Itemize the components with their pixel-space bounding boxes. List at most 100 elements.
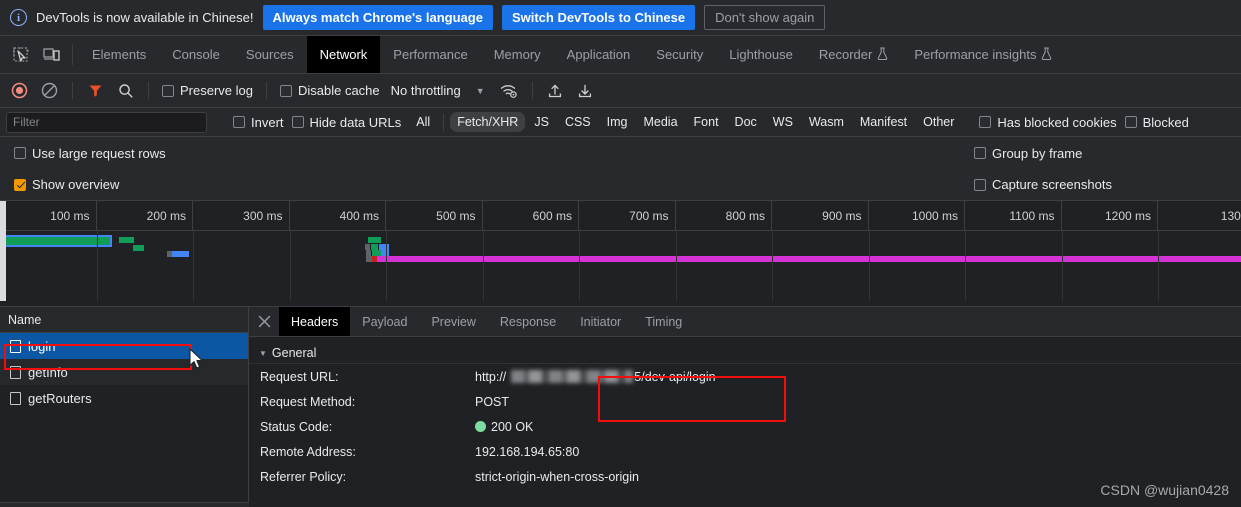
details-tab-payload[interactable]: Payload	[350, 307, 419, 336]
request-row-getInfo[interactable]: getInfo	[0, 359, 248, 385]
timeline-tick: 600 ms	[483, 201, 579, 231]
request-list: Name login getInfo getRouters	[0, 307, 249, 507]
close-icon[interactable]	[249, 307, 279, 336]
network-toolbar: Preserve log Disable cache No throttling…	[0, 74, 1241, 108]
tab-label: Lighthouse	[729, 47, 793, 62]
filter-type-manifest[interactable]: Manifest	[853, 112, 914, 132]
overview-selection-handle-left[interactable]	[0, 201, 6, 301]
filter-type-other[interactable]: Other	[916, 112, 961, 132]
filter-type-css[interactable]: CSS	[558, 112, 598, 132]
detail-key: Request Method:	[260, 394, 356, 409]
device-toolbar-icon[interactable]	[36, 36, 66, 73]
tab-memory[interactable]: Memory	[481, 36, 554, 73]
overview-gridline	[868, 231, 870, 301]
general-section-header[interactable]: ▼ General	[249, 343, 1241, 364]
devtools-window: i DevTools is now available in Chinese! …	[0, 0, 1241, 507]
toolbar-divider-1	[72, 82, 73, 99]
disable-cache-checkbox[interactable]: Disable cache	[276, 83, 384, 98]
flask-icon	[877, 47, 888, 63]
search-icon[interactable]	[112, 78, 139, 104]
tab-network[interactable]: Network	[306, 36, 381, 73]
overview-bar	[377, 256, 1241, 262]
overview-gridline	[772, 231, 773, 301]
watermark: CSDN @wujian0428	[1100, 482, 1229, 498]
details-tab-response[interactable]: Response	[488, 307, 568, 336]
use-large-rows-checkbox[interactable]: Use large request rows	[10, 146, 170, 161]
request-name: getRouters	[28, 390, 92, 406]
filter-type-ws[interactable]: WS	[766, 112, 800, 132]
overview-waterfall[interactable]	[0, 231, 1241, 301]
preserve-log-box	[162, 84, 174, 97]
toolbar-divider-3	[265, 82, 267, 99]
request-details-panel: Headers Payload Preview Response Initiator Ti…	[249, 307, 1241, 507]
tab-performance-insights[interactable]: Performance insights	[901, 36, 1065, 73]
tab-application[interactable]: Application	[554, 36, 644, 73]
capture-screenshots-checkbox[interactable]: Capture screenshots	[970, 177, 1116, 192]
inspect-element-icon[interactable]	[6, 36, 36, 73]
filter-type-doc[interactable]: Doc	[728, 112, 764, 132]
timeline-tick: 1100 ms	[965, 201, 1062, 231]
filter-type-img[interactable]: Img	[600, 112, 635, 132]
overview-bar	[172, 251, 189, 257]
hide-data-urls-box	[291, 116, 304, 128]
status-bar-stub	[0, 502, 249, 507]
disable-cache-box	[279, 84, 292, 97]
upload-icon[interactable]	[542, 78, 569, 104]
overview-gridline	[193, 231, 194, 301]
triangle-down-icon: ▼	[259, 348, 267, 358]
group-by-frame-checkbox[interactable]: Group by frame	[970, 146, 1086, 161]
throttling-select[interactable]: No throttling	[387, 83, 465, 98]
overview-gridline	[579, 231, 580, 301]
switch-to-chinese-button[interactable]: Switch DevTools to Chinese	[501, 5, 696, 30]
filter-input[interactable]	[6, 111, 207, 133]
details-tab-timing[interactable]: Timing	[633, 307, 694, 336]
tab-lighthouse[interactable]: Lighthouse	[716, 36, 806, 73]
timeline-tick: 300 ms	[193, 201, 290, 231]
settings-row-2: Show overview Capture screenshots	[0, 169, 1241, 201]
timeline-tick: 400 ms	[290, 201, 386, 231]
filter-toggle-icon[interactable]	[82, 78, 109, 104]
details-tab-headers[interactable]: Headers	[279, 307, 351, 336]
preserve-log-checkbox[interactable]: Preserve log	[158, 83, 257, 98]
tab-recorder[interactable]: Recorder	[806, 36, 901, 73]
tab-console[interactable]: Console	[159, 36, 233, 73]
network-overview[interactable]: 100 ms 200 ms 300 ms 400 ms 500 ms 600 ms 700 …	[0, 201, 1241, 301]
invert-checkbox[interactable]: Invert	[229, 115, 288, 130]
network-conditions-icon[interactable]	[496, 78, 523, 104]
filter-type-fetch-xhr[interactable]: Fetch/XHR	[450, 112, 526, 132]
filter-type-media[interactable]: Media	[636, 112, 684, 132]
network-content: Name login getInfo getRouters Headers Paylo…	[0, 306, 1241, 507]
status-text: 200 OK	[491, 419, 534, 434]
hide-data-urls-checkbox[interactable]: Hide data URLs	[288, 115, 406, 130]
use-large-rows-box	[14, 147, 26, 159]
filter-type-all[interactable]: All	[409, 112, 437, 132]
detail-value: POST	[475, 394, 510, 409]
clear-button[interactable]	[36, 78, 63, 104]
request-row-login[interactable]: login	[0, 333, 248, 359]
document-icon	[10, 339, 21, 353]
record-button[interactable]	[6, 78, 33, 104]
detail-value: 192.168.194.65:80	[475, 444, 580, 459]
chevron-down-icon[interactable]: ▼	[468, 86, 493, 96]
hide-data-urls-label: Hide data URLs	[309, 114, 402, 130]
tab-elements[interactable]: Elements	[79, 36, 159, 73]
details-tab-preview[interactable]: Preview	[419, 307, 487, 336]
dont-show-again-button[interactable]: Don't show again	[704, 5, 826, 30]
tab-sources[interactable]: Sources	[233, 36, 307, 73]
always-match-language-button[interactable]: Always match Chrome's language	[262, 5, 493, 30]
filter-type-js[interactable]: JS	[527, 112, 556, 132]
filter-type-wasm[interactable]: Wasm	[802, 112, 851, 132]
timeline-tick: 1000 ms	[869, 201, 965, 231]
show-overview-checkbox[interactable]: Show overview	[10, 177, 123, 192]
has-blocked-cookies-checkbox[interactable]: Has blocked cookies	[975, 115, 1120, 130]
filter-type-font[interactable]: Font	[687, 112, 726, 132]
column-header-name[interactable]: Name	[0, 307, 248, 333]
url-path: 5/dev-api/login	[634, 369, 716, 384]
download-icon[interactable]	[572, 78, 599, 104]
details-tab-initiator[interactable]: Initiator	[568, 307, 633, 336]
tab-performance[interactable]: Performance	[380, 36, 480, 73]
blocked-requests-checkbox[interactable]: Blocked	[1121, 115, 1193, 130]
tab-security[interactable]: Security	[643, 36, 716, 73]
request-row-getRouters[interactable]: getRouters	[0, 385, 248, 411]
url-scheme: http://	[475, 369, 507, 384]
